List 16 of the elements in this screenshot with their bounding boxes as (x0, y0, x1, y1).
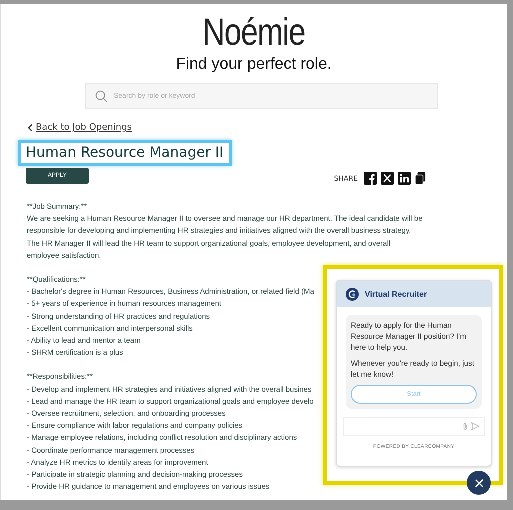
x-logo-icon[interactable] (381, 172, 394, 185)
facebook-icon[interactable] (364, 172, 377, 185)
search-icon (95, 90, 108, 103)
job-title: Human Resource Manager II (26, 145, 224, 161)
close-button[interactable] (467, 471, 491, 495)
chat-input-field[interactable] (343, 417, 485, 436)
tagline: Find your perfect role. (175, 56, 333, 74)
close-icon (474, 478, 484, 488)
brand-logo: Noémie (202, 12, 306, 54)
chevron-left-icon (28, 124, 33, 132)
chat-logo-icon (346, 288, 359, 300)
copy-icon[interactable] (415, 172, 426, 185)
linkedin-icon[interactable] (398, 172, 411, 185)
paperclip-icon[interactable] (463, 422, 468, 431)
back-link[interactable]: Back to Job Openings (36, 123, 132, 133)
chat-title: Virtual Recruiter (365, 290, 428, 298)
